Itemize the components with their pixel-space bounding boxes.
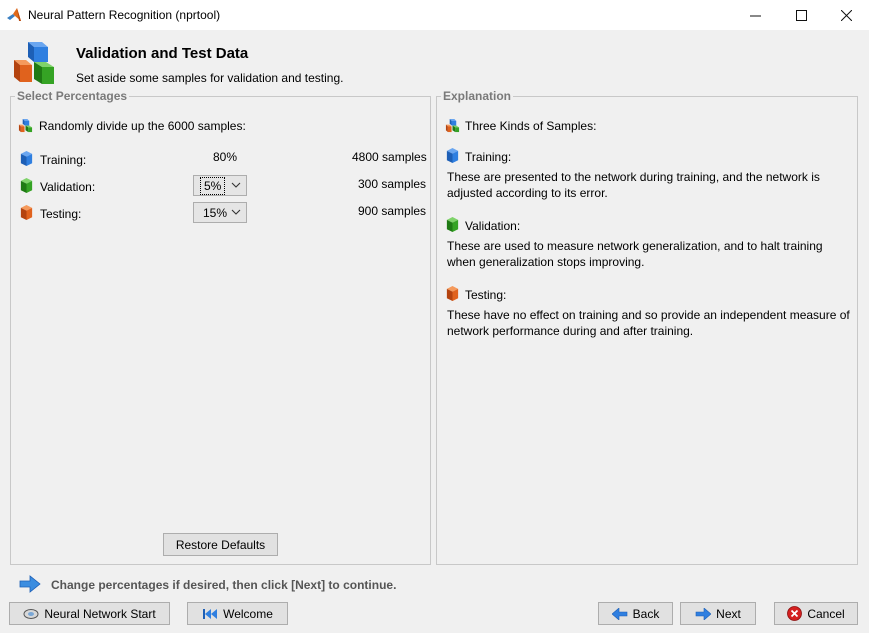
- testing-percent-value: 15%: [203, 206, 228, 220]
- testing-explanation-title: Testing:: [465, 288, 507, 302]
- chevron-down-icon: [231, 182, 241, 188]
- training-explanation-line1: These are presented to the network durin…: [447, 170, 820, 184]
- validation-percent-select[interactable]: 5%: [193, 175, 247, 196]
- three-cubes-icon: [445, 118, 460, 133]
- explanation-label: Explanation: [441, 89, 514, 103]
- orange-cube-icon: [20, 205, 33, 220]
- training-explanation-title: Training:: [465, 150, 512, 164]
- chevron-down-icon: [231, 209, 241, 215]
- three-cubes-icon: [18, 118, 33, 133]
- cancel-label: Cancel: [807, 606, 845, 621]
- samples-intro: Randomly divide up the 6000 samples:: [39, 119, 246, 133]
- validation-samples: 300 samples: [358, 177, 427, 191]
- window-title: Neural Pattern Recognition (nprtool): [28, 8, 221, 22]
- page-title: Validation and Test Data: [76, 45, 249, 62]
- orange-cube-icon: [446, 286, 459, 301]
- training-samples: 4800 samples: [352, 150, 427, 164]
- testing-samples: 900 samples: [358, 204, 427, 218]
- training-explanation-line2: adjusted according to its error.: [447, 186, 608, 200]
- training-percent: 80%: [213, 150, 238, 164]
- rewind-icon: [203, 608, 218, 619]
- back-label: Back: [632, 606, 660, 621]
- cubes-logo-icon: [14, 42, 54, 84]
- validation-explanation-line1: These are used to measure network genera…: [447, 239, 823, 253]
- arrow-left-icon: [611, 607, 627, 620]
- close-button[interactable]: [823, 0, 869, 30]
- neural-network-start-button[interactable]: Neural Network Start: [9, 602, 170, 625]
- blue-cube-icon: [20, 151, 33, 166]
- maximize-icon: [795, 9, 807, 21]
- validation-percent-value: 5%: [199, 177, 226, 195]
- validation-explanation-title: Validation:: [465, 219, 521, 233]
- maximize-button[interactable]: [778, 0, 824, 30]
- next-button[interactable]: Next: [680, 602, 756, 625]
- back-button[interactable]: Back: [598, 602, 673, 625]
- green-cube-icon: [446, 217, 459, 232]
- testing-label: Testing:: [40, 207, 82, 221]
- next-label: Next: [716, 606, 741, 621]
- training-label: Training:: [40, 153, 87, 167]
- arrow-right-icon: [19, 575, 41, 593]
- testing-explanation-line1: These have no effect on training and so …: [447, 308, 850, 322]
- title-bar: Neural Pattern Recognition (nprtool): [0, 0, 869, 30]
- hint-text: Change percentages if desired, then clic…: [51, 578, 397, 592]
- testing-percent-select[interactable]: 15%: [193, 202, 247, 223]
- validation-label: Validation:: [40, 180, 96, 194]
- restore-defaults-button[interactable]: Restore Defaults: [163, 533, 278, 556]
- welcome-label: Welcome: [223, 606, 273, 621]
- validation-explanation-line2: when generalization stops improving.: [447, 255, 645, 269]
- neural-network-start-label: Neural Network Start: [44, 606, 156, 621]
- cancel-icon: [787, 606, 803, 621]
- minimize-button[interactable]: [732, 0, 778, 30]
- matlab-logo-icon: [7, 8, 21, 21]
- explanation-heading: Three Kinds of Samples:: [465, 119, 597, 133]
- close-icon: [840, 9, 852, 21]
- network-icon: [23, 608, 39, 619]
- select-percentages-label: Select Percentages: [15, 89, 130, 103]
- testing-explanation-line2: network performance during and after tra…: [447, 324, 694, 338]
- green-cube-icon: [20, 178, 33, 193]
- blue-cube-icon: [446, 148, 459, 163]
- arrow-right-icon: [695, 607, 712, 620]
- page-subtitle: Set aside some samples for validation an…: [76, 71, 344, 85]
- cancel-button[interactable]: Cancel: [774, 602, 858, 625]
- minimize-icon: [749, 15, 761, 16]
- welcome-button[interactable]: Welcome: [187, 602, 288, 625]
